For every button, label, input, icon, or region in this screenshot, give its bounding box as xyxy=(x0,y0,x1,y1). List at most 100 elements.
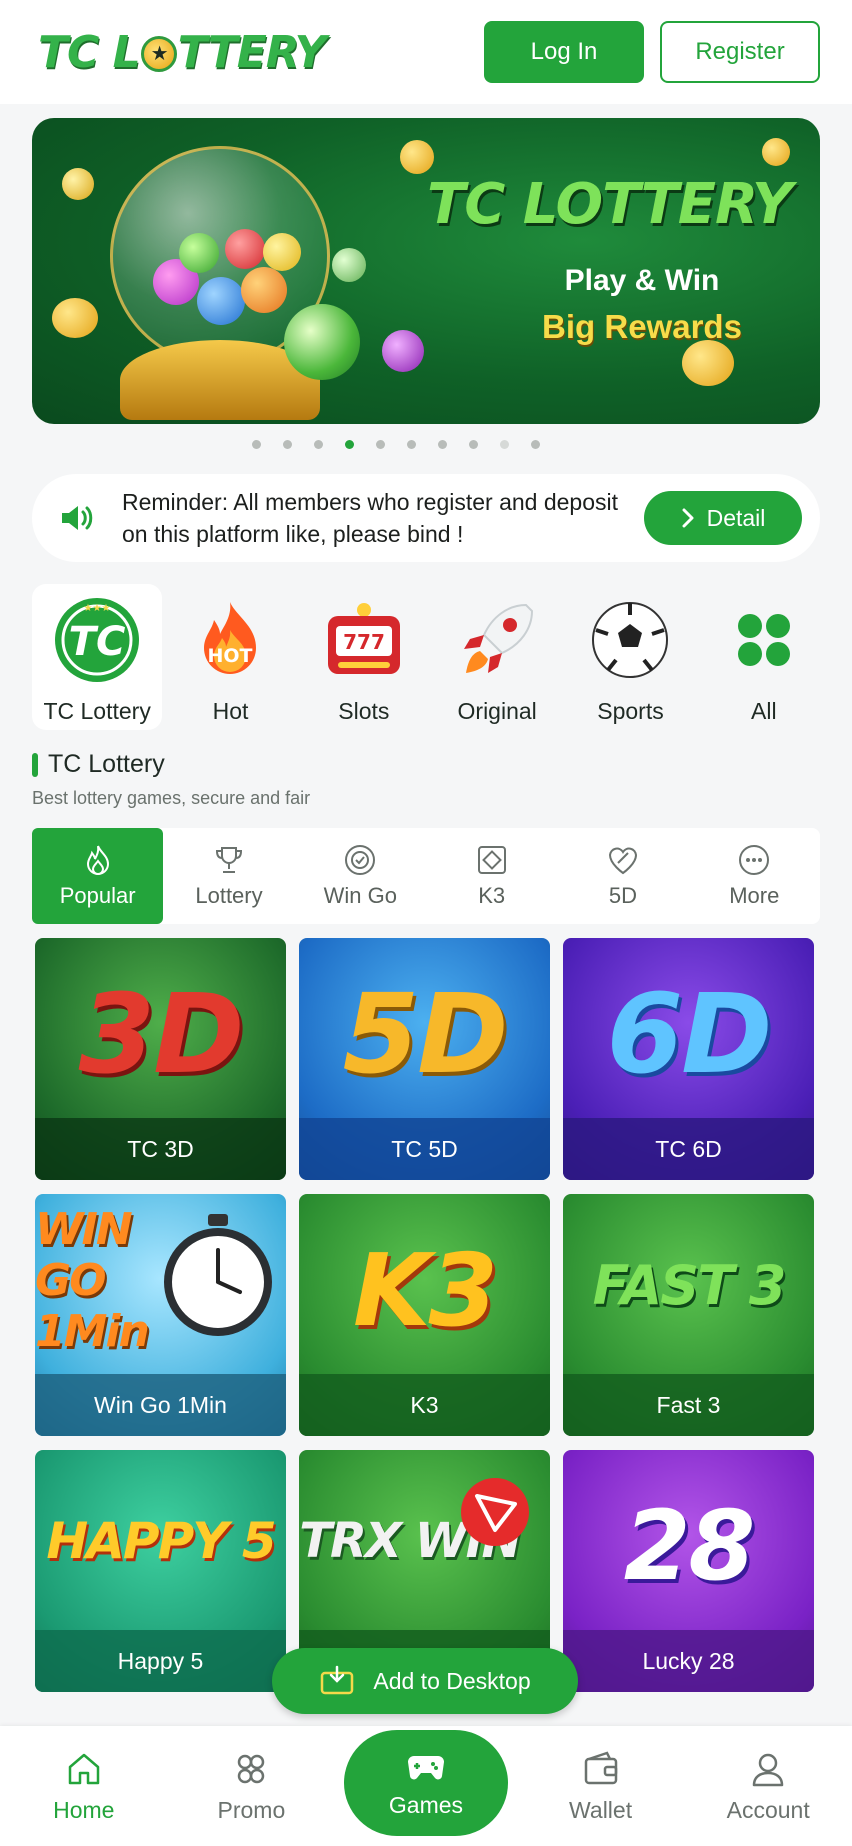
flame-icon xyxy=(86,845,109,875)
lottery-ball xyxy=(284,304,360,380)
carousel-dots[interactable] xyxy=(0,440,852,449)
game-label: TC 3D xyxy=(35,1118,286,1180)
game-card-tc-5d[interactable]: 5D TC 5D xyxy=(299,938,550,1180)
lottery-ball xyxy=(382,330,424,372)
game-card-win-go[interactable]: WIN GO 1Min Win Go 1Min xyxy=(35,1194,286,1436)
lottery-ball xyxy=(62,168,94,200)
nav-home[interactable]: Home xyxy=(9,1749,159,1824)
rocket-icon xyxy=(453,596,541,684)
tab-more[interactable]: More xyxy=(689,828,820,924)
banner-tagline-rewards: Big Rewards xyxy=(542,308,742,345)
speaker-icon xyxy=(62,506,93,530)
more-icon xyxy=(739,845,770,875)
nav-label: Home xyxy=(53,1796,115,1823)
carousel-dot-active[interactable] xyxy=(345,440,354,449)
category-label: TC Lottery xyxy=(43,698,151,724)
category-slots[interactable]: 777 Slots xyxy=(299,584,429,730)
login-button[interactable]: Log In xyxy=(484,21,644,83)
tab-label: 5D xyxy=(608,883,638,908)
svg-text:HOT: HOT xyxy=(208,645,253,667)
coin-decoration xyxy=(682,340,734,386)
tc-logo-icon: TC ★★★ xyxy=(53,596,141,684)
dice-icon xyxy=(477,846,506,874)
svg-text:777: 777 xyxy=(343,630,385,654)
register-button[interactable]: Register xyxy=(660,21,820,83)
slot-machine-icon: 777 xyxy=(320,596,408,684)
coin-decoration xyxy=(762,138,790,166)
promo-banner[interactable]: TC LOTTERY Play & Win Big Rewards xyxy=(32,118,820,424)
game-label: Fast 3 xyxy=(563,1374,814,1436)
game-card-tc-6d[interactable]: 6D TC 6D xyxy=(563,938,814,1180)
game-label: K3 xyxy=(299,1374,550,1436)
tab-label: Lottery xyxy=(195,883,263,908)
wallet-icon xyxy=(584,1750,617,1784)
game-card-fast-3[interactable]: FAST 3 Fast 3 xyxy=(563,1194,814,1436)
grid-icon xyxy=(720,596,808,684)
category-sports[interactable]: Sports xyxy=(565,584,695,730)
lottery-ball xyxy=(332,248,366,282)
hot-fire-icon: HOT xyxy=(186,596,274,684)
coin-decoration xyxy=(400,140,434,174)
game-label: Lucky 28 xyxy=(563,1630,814,1692)
carousel-dot[interactable] xyxy=(500,440,509,449)
section-title: TC Lottery xyxy=(32,750,165,779)
stopwatch-icon xyxy=(164,1214,272,1336)
notice-text: Reminder: All members who register and d… xyxy=(122,489,619,547)
svg-text:TC: TC xyxy=(69,619,126,665)
add-to-desktop-button[interactable]: Add to Desktop xyxy=(272,1648,578,1714)
game-card-lucky-28[interactable]: 28 Lucky 28 xyxy=(563,1450,814,1692)
section-subtitle: Best lottery games, secure and fair xyxy=(32,788,311,808)
game-label: Win Go 1Min xyxy=(35,1374,286,1436)
tab-popular[interactable]: Popular xyxy=(32,828,164,924)
tron-logo-icon xyxy=(461,1478,529,1546)
carousel-dot[interactable] xyxy=(252,440,261,449)
svg-text:★★★: ★★★ xyxy=(84,603,111,614)
carousel-dot[interactable] xyxy=(314,440,323,449)
detail-button[interactable]: Detail xyxy=(644,491,802,545)
game-card-happy-5[interactable]: HAPPY 5 Happy 5 xyxy=(35,1450,286,1692)
nav-label: Account xyxy=(726,1796,810,1823)
carousel-dot[interactable] xyxy=(407,440,416,449)
tab-k3[interactable]: K3 xyxy=(426,828,557,924)
category-original[interactable]: Original xyxy=(432,584,562,730)
banner-tagline: Play & Win xyxy=(564,264,720,297)
nav-promo[interactable]: Promo xyxy=(176,1749,326,1824)
carousel-dot[interactable] xyxy=(469,440,478,449)
tab-label: More xyxy=(729,883,780,908)
tc-lottery-logo[interactable]: TC LTTERY xyxy=(38,27,326,78)
game-label: Happy 5 xyxy=(35,1630,286,1692)
tab-win-go[interactable]: Win Go xyxy=(295,828,426,924)
category-all[interactable]: All xyxy=(699,584,829,730)
notice-bar: Reminder: All members who register and d… xyxy=(32,474,820,562)
wingo-icon xyxy=(345,845,376,875)
tab-lottery[interactable]: Lottery xyxy=(163,828,294,924)
auth-buttons: Log In Register xyxy=(484,21,820,83)
tab-label: Win Go xyxy=(323,883,397,908)
chevron-right-icon xyxy=(682,508,694,528)
tab-label: K3 xyxy=(478,883,506,908)
category-tc-lottery[interactable]: TC ★★★ TC Lottery xyxy=(32,584,163,730)
carousel-dot[interactable] xyxy=(531,440,540,449)
nav-account[interactable]: Account xyxy=(693,1749,843,1824)
carousel-dot[interactable] xyxy=(283,440,292,449)
game-grid: 3D TC 3D 5D TC 5D 6D TC 6D WIN GO 1Min W… xyxy=(35,938,815,1692)
carousel-dot[interactable] xyxy=(376,440,385,449)
game-card-tc-3d[interactable]: 3D TC 3D xyxy=(35,938,286,1180)
detail-label: Detail xyxy=(706,504,766,531)
promo-gift-icon xyxy=(238,1754,265,1783)
tab-5d[interactable]: 5D xyxy=(557,828,688,924)
gamepad-icon xyxy=(407,1755,444,1779)
app-header: TC LTTERY Log In Register xyxy=(0,0,852,104)
category-label: Original xyxy=(457,698,537,724)
game-label: TC 5D xyxy=(299,1118,550,1180)
nav-wallet[interactable]: Wallet xyxy=(526,1749,676,1824)
game-tabs: Popular Lottery Win Go K3 5D More xyxy=(32,828,820,924)
category-label: Slots xyxy=(338,698,390,724)
nav-label: Promo xyxy=(217,1796,286,1823)
category-bar: TC ★★★ TC Lottery HOT Hot 777 Slots Origi… xyxy=(32,584,832,730)
carousel-dot[interactable] xyxy=(438,440,447,449)
category-hot[interactable]: HOT Hot xyxy=(165,584,295,730)
nav-label: Games xyxy=(388,1791,464,1818)
game-card-k3[interactable]: K3 K3 xyxy=(299,1194,550,1436)
nav-games[interactable]: Games xyxy=(343,1730,508,1836)
